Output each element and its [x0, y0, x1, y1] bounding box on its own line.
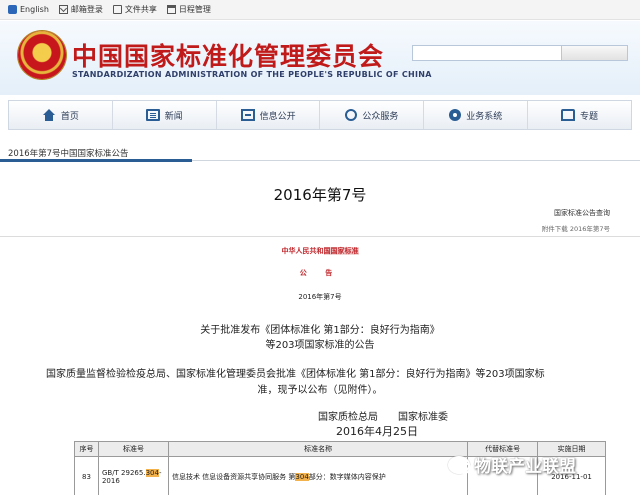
nav-item-label: 信息公开 [259, 111, 296, 122]
body-text-line2: 准，现予以公布（见附件）。 [257, 385, 383, 396]
business-system-icon [449, 109, 462, 121]
search-input[interactable] [412, 45, 562, 61]
schedule-label: 日程管理 [178, 5, 211, 14]
schedule-link[interactable]: 日程管理 [166, 4, 211, 15]
calendar-icon [166, 5, 176, 14]
name-highlight: 304 [295, 472, 309, 481]
document-icon [112, 5, 122, 14]
cell-name: 信息技术 信息设备资源共享协同服务 第304部分：数字媒体内容保护 [167, 456, 469, 495]
wechat-icon [448, 455, 471, 474]
breadcrumb-underline [0, 159, 192, 162]
nav-item-news[interactable]: 新闻 [113, 101, 217, 129]
announcement-title-line1: 关于批准发布《团体标准化 第1部分：良好行为指南》 [200, 325, 440, 336]
issuer-heading: 中华人民共和国国家标准 [0, 246, 640, 256]
name-part-a: 信息技术 信息设备资源共享协同服务 第 [171, 472, 296, 481]
site-title[interactable]: 中国国家标准化管理委员会 [72, 37, 384, 73]
national-emblem-icon[interactable] [18, 31, 66, 79]
announcement-date: 2016年4月25日 [336, 425, 418, 438]
column-header-index: 序号 [74, 441, 99, 457]
signature: 国家质检总局 国家标准委 [318, 412, 448, 423]
main-nav: 首页 新闻 信息公开 公众服务 业务系统 专题 [8, 100, 632, 130]
nav-item-label: 新闻 [164, 111, 183, 122]
english-link[interactable]: English [8, 5, 49, 14]
nav-item-label: 首页 [60, 111, 79, 122]
body-text-line1: 国家质量监督检验检疫总局、国家标准化管理委员会批准《团体标准化 第1部分：良好行… [46, 369, 545, 380]
mail-login-label: 邮箱登录 [70, 5, 103, 14]
nav-item-topic[interactable]: 专题 [528, 101, 631, 129]
code-part-a: GB/T 29265. [101, 468, 146, 477]
globe-icon [8, 5, 17, 14]
attachment-download-link[interactable]: 附件下载 2016年第7号 [542, 223, 610, 233]
nav-item-label: 公众服务 [362, 111, 399, 122]
nav-item-label: 专题 [580, 111, 599, 122]
page-title: 2016年第7号 [273, 186, 367, 204]
cell-index: 83 [74, 456, 99, 495]
home-icon [42, 109, 56, 121]
nav-item-info[interactable]: 信息公开 [217, 101, 321, 129]
name-part-b: 部分：数字媒体内容保护 [308, 472, 386, 481]
issuer-part-b: 国国家标准 [323, 247, 359, 255]
nav-item-business-system[interactable]: 业务系统 [424, 101, 529, 129]
public-service-icon [345, 109, 358, 121]
search-button[interactable] [562, 45, 628, 61]
announcement-label: 公 告 [299, 269, 341, 277]
file-share-label: 文件共享 [124, 5, 157, 14]
info-icon [240, 109, 255, 121]
column-header-code: 标准号 [97, 441, 169, 457]
site-subtitle-en: STANDARDIZATION ADMINISTRATION OF THE PE… [72, 70, 432, 79]
column-header-name: 标准名称 [167, 441, 469, 457]
news-icon [145, 109, 160, 121]
mail-login-link[interactable]: 邮箱登录 [58, 4, 103, 15]
announcement-query-link[interactable]: 国家标准公告查询 [554, 208, 610, 218]
topic-icon [561, 109, 576, 121]
issuer-part-a: 中华人民共和 [281, 247, 324, 255]
nav-item-public-service[interactable]: 公众服务 [320, 101, 425, 129]
announcement-number: 2016年第7号 [298, 293, 342, 301]
announcement-title-line2: 等203项国家标准的公告 [265, 340, 375, 351]
site-header: 中国国家标准化管理委员会 STANDARDIZATION ADMINISTRAT… [0, 21, 640, 95]
code-highlight: 304 [145, 468, 159, 477]
watermark-text: 物联产业联盟 [474, 457, 576, 477]
breadcrumb: 2016年第7号中国国家标准公告 [8, 149, 129, 159]
cell-code: GB/T 29265.304-2016 [97, 456, 169, 495]
english-label: English [20, 5, 49, 14]
nav-item-home[interactable]: 首页 [9, 101, 113, 129]
article-divider [0, 236, 640, 237]
nav-item-label: 业务系统 [466, 111, 503, 122]
file-share-link[interactable]: 文件共享 [112, 4, 157, 15]
watermark: 物联产业联盟 [448, 452, 576, 477]
mail-icon [58, 5, 68, 14]
top-utility-bar: English 邮箱登录 文件共享 日程管理 [0, 0, 640, 20]
